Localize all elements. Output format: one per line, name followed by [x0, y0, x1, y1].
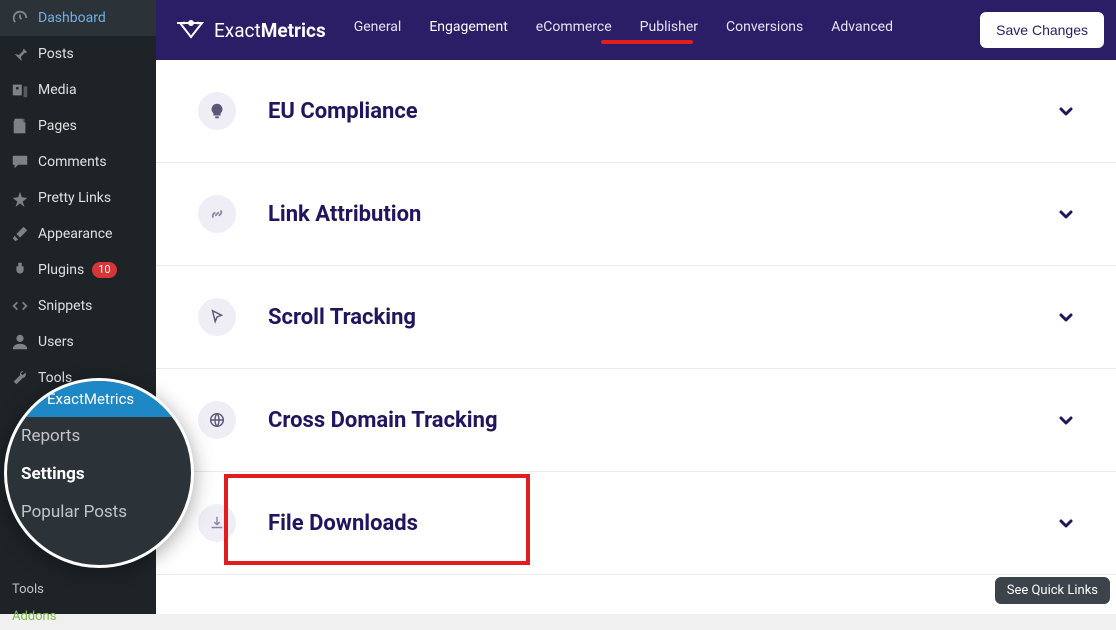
wp-menu-label: Pages — [38, 118, 77, 134]
active-tab-underline — [601, 40, 693, 44]
settings-panel-cross-domain-tracking[interactable]: Cross Domain Tracking — [156, 369, 1116, 472]
chevron-down-icon — [1056, 410, 1076, 430]
plug-icon — [10, 260, 30, 280]
settings-panel-file-downloads[interactable]: File Downloads — [156, 472, 1116, 575]
dashboard-icon — [10, 8, 30, 28]
chevron-down-icon — [1056, 101, 1076, 121]
brand-text: ExactMetrics — [214, 19, 326, 42]
save-changes-button[interactable]: Save Changes — [980, 12, 1104, 48]
wp-menu-dashboard[interactable]: Dashboard — [0, 0, 156, 36]
tab-general[interactable]: General — [354, 19, 402, 41]
settings-panel-scroll-tracking[interactable]: Scroll Tracking — [156, 266, 1116, 369]
page-icon — [10, 116, 30, 136]
tab-publisher[interactable]: Publisher — [640, 19, 698, 41]
wp-menu-plugins[interactable]: Plugins 10 — [0, 252, 156, 288]
chevron-down-icon — [1056, 204, 1076, 224]
wp-menu-label: Plugins — [38, 262, 84, 278]
user-icon — [10, 332, 30, 352]
wp-menu-label: Users — [38, 334, 74, 350]
code-icon — [10, 296, 30, 316]
chart-icon — [21, 390, 39, 408]
settings-content: EU Compliance Link Attribution Scroll Trac… — [156, 60, 1116, 614]
lens-submenu-settings[interactable]: Settings — [7, 455, 191, 493]
brand-icon — [176, 15, 206, 45]
panel-title: Scroll Tracking — [268, 305, 1024, 330]
brush-icon — [10, 224, 30, 244]
panel-title: File Downloads — [268, 511, 1024, 536]
zoom-lens: ExactMetrics ReportsSettingsPopular Post… — [4, 378, 194, 568]
wp-menu-pages[interactable]: Pages — [0, 108, 156, 144]
tab-engagement[interactable]: Engagement — [429, 19, 507, 41]
globe-icon — [198, 401, 236, 439]
lens-active-menu[interactable]: ExactMetrics — [7, 381, 191, 417]
wp-menu-posts[interactable]: Posts — [0, 36, 156, 72]
brand-logo: ExactMetrics — [176, 15, 326, 45]
wp-menu-pretty-links[interactable]: Pretty Links — [0, 180, 156, 216]
lens-active-label: ExactMetrics — [47, 390, 134, 408]
star-icon — [10, 188, 30, 208]
wp-menu-comments[interactable]: Comments — [0, 144, 156, 180]
link-icon — [198, 195, 236, 233]
panel-title: Link Attribution — [268, 202, 1024, 227]
media-icon — [10, 80, 30, 100]
tab-ecommerce[interactable]: eCommerce — [536, 19, 612, 41]
download-icon — [198, 504, 236, 542]
wp-menu-label: Dashboard — [38, 10, 106, 26]
tab-conversions[interactable]: Conversions — [726, 19, 803, 41]
settings-panel-eu-compliance[interactable]: EU Compliance — [156, 60, 1116, 163]
wp-menu-appearance[interactable]: Appearance — [0, 216, 156, 252]
panel-title: Cross Domain Tracking — [268, 408, 1024, 433]
lens-submenu-reports[interactable]: Reports — [7, 417, 191, 455]
wp-menu-snippets[interactable]: Snippets — [0, 288, 156, 324]
wp-menu-label: Pretty Links — [38, 190, 111, 206]
wp-menu-label: Posts — [38, 46, 74, 62]
wp-submenu-addons[interactable]: Addons — [0, 603, 156, 630]
bulb-icon — [198, 92, 236, 130]
wp-menu-label: Media — [38, 82, 77, 98]
wp-menu-label: Comments — [38, 154, 107, 170]
exactmetrics-topbar: ExactMetrics General Engagement eCommerce P… — [156, 0, 1116, 60]
pin-icon — [10, 44, 30, 64]
lens-submenu-popular-posts[interactable]: Popular Posts — [7, 493, 191, 531]
wp-menu-users[interactable]: Users — [0, 324, 156, 360]
panel-title: EU Compliance — [268, 99, 1024, 124]
chevron-down-icon — [1056, 513, 1076, 533]
wp-menu-media[interactable]: Media — [0, 72, 156, 108]
wp-menu-label: Appearance — [38, 226, 112, 242]
tab-advanced[interactable]: Advanced — [831, 19, 893, 41]
settings-tabs: General Engagement eCommerce Publisher Conve… — [354, 19, 976, 41]
chevron-down-icon — [1056, 307, 1076, 327]
cursor-icon — [198, 298, 236, 336]
comment-icon — [10, 152, 30, 172]
wp-menu-label: Snippets — [38, 298, 92, 314]
settings-panel-link-attribution[interactable]: Link Attribution — [156, 163, 1116, 266]
wp-submenu-tools[interactable]: Tools — [0, 576, 156, 603]
quick-links-button[interactable]: See Quick Links — [995, 577, 1110, 604]
update-badge: 10 — [92, 262, 116, 278]
